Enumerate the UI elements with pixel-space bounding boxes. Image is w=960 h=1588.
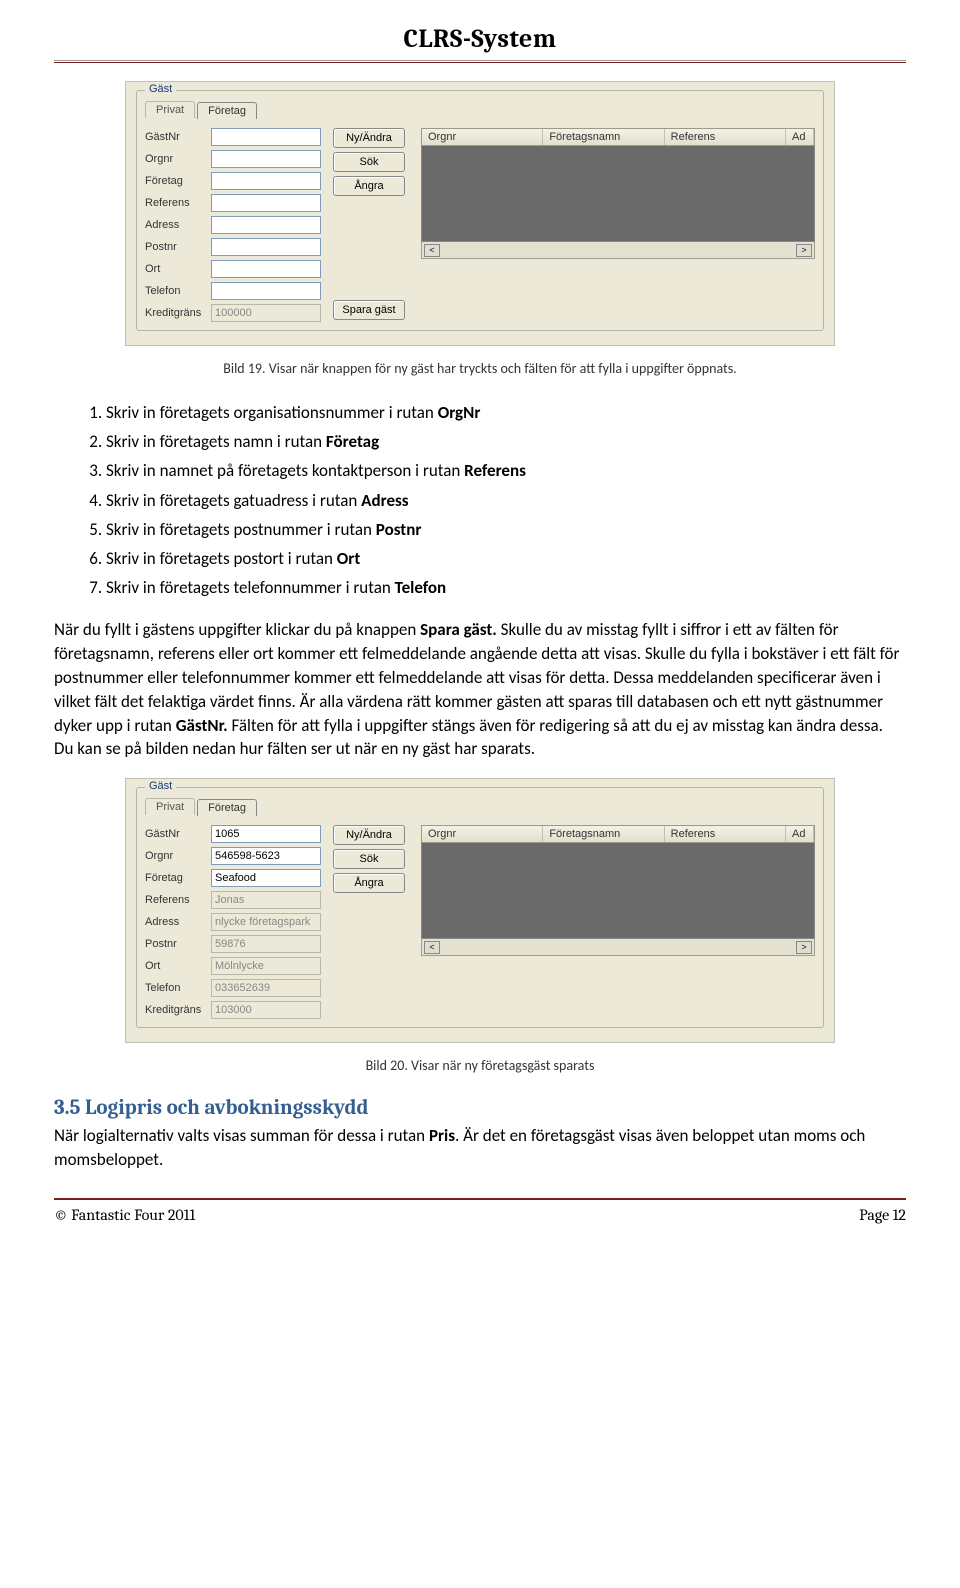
input-postnr bbox=[211, 935, 321, 953]
input-adress bbox=[211, 913, 321, 931]
tab-foretag[interactable]: Företag bbox=[197, 799, 257, 816]
label-postnr: Postnr bbox=[145, 241, 207, 253]
input-referens[interactable] bbox=[211, 194, 321, 212]
grid-col-ad[interactable]: Ad bbox=[786, 129, 814, 145]
figure-20-caption: Bild 20. Visar när ny företagsgäst spara… bbox=[54, 1057, 906, 1074]
input-ort bbox=[211, 957, 321, 975]
section-heading-3-5: 3.5 Logipris och avbokningsskydd bbox=[54, 1096, 906, 1120]
input-kreditgrans bbox=[211, 1001, 321, 1019]
figure-20: Gäst Privat Företag GästNr Orgnr Företag… bbox=[54, 778, 906, 1043]
grid-col-foretagsnamn[interactable]: Företagsnamn bbox=[543, 129, 664, 145]
angra-button[interactable]: Ångra bbox=[333, 176, 405, 196]
label-foretag: Företag bbox=[145, 175, 207, 187]
list-item: Skriv in företagets postort i rutan Ort bbox=[106, 545, 906, 572]
groupbox-legend: Gäst bbox=[145, 780, 176, 792]
page-footer: © Fantastic Four 2011 Page 12 bbox=[54, 1198, 906, 1224]
label-adress: Adress bbox=[145, 219, 207, 231]
list-item: Skriv in företagets organisationsnummer … bbox=[106, 399, 906, 426]
list-item: Skriv in företagets namn i rutan Företag bbox=[106, 428, 906, 455]
grid-col-foretagsnamn[interactable]: Företagsnamn bbox=[543, 826, 664, 842]
input-adress[interactable] bbox=[211, 216, 321, 234]
label-orgnr: Orgnr bbox=[145, 850, 207, 862]
label-kreditgrans: Kreditgräns bbox=[145, 307, 207, 319]
grid-col-referens[interactable]: Referens bbox=[665, 826, 786, 842]
label-ort: Ort bbox=[145, 263, 207, 275]
label-telefon: Telefon bbox=[145, 982, 207, 994]
label-kreditgrans: Kreditgräns bbox=[145, 1004, 207, 1016]
input-foretag[interactable] bbox=[211, 172, 321, 190]
input-orgnr[interactable] bbox=[211, 150, 321, 168]
input-foretag[interactable] bbox=[211, 869, 321, 887]
grid-body bbox=[421, 146, 815, 242]
header-divider bbox=[54, 60, 906, 63]
instruction-list: Skriv in företagets organisationsnummer … bbox=[54, 399, 906, 601]
page-title: CLRS-System bbox=[54, 0, 906, 54]
footer-page-number: Page 12 bbox=[859, 1206, 906, 1224]
guest-panel-filled: Gäst Privat Företag GästNr Orgnr Företag… bbox=[125, 778, 835, 1043]
scroll-right-icon[interactable]: > bbox=[796, 244, 812, 257]
results-grid: Orgnr Företagsnamn Referens Ad < > bbox=[421, 825, 815, 956]
input-gastnr[interactable] bbox=[211, 128, 321, 146]
figure-19-caption: Bild 19. Visar när knappen för ny gäst h… bbox=[54, 360, 906, 377]
input-telefon bbox=[211, 979, 321, 997]
input-gastnr[interactable] bbox=[211, 825, 321, 843]
label-referens: Referens bbox=[145, 197, 207, 209]
scroll-left-icon[interactable]: < bbox=[424, 941, 440, 954]
label-adress: Adress bbox=[145, 916, 207, 928]
grid-col-ad[interactable]: Ad bbox=[786, 826, 814, 842]
grid-col-orgnr[interactable]: Orgnr bbox=[422, 129, 543, 145]
input-postnr[interactable] bbox=[211, 238, 321, 256]
grid-col-orgnr[interactable]: Orgnr bbox=[422, 826, 543, 842]
scroll-right-icon[interactable]: > bbox=[796, 941, 812, 954]
scroll-left-icon[interactable]: < bbox=[424, 244, 440, 257]
list-item: Skriv in namnet på företagets kontaktper… bbox=[106, 457, 906, 484]
input-telefon[interactable] bbox=[211, 282, 321, 300]
label-ort: Ort bbox=[145, 960, 207, 972]
tab-privat[interactable]: Privat bbox=[145, 798, 195, 815]
spara-gast-button[interactable]: Spara gäst bbox=[333, 300, 405, 320]
figure-19: Gäst Privat Företag GästNr Orgnr Företag… bbox=[54, 81, 906, 346]
label-orgnr: Orgnr bbox=[145, 153, 207, 165]
sok-button[interactable]: Sök bbox=[333, 849, 405, 869]
list-item: Skriv in företagets telefonnummer i ruta… bbox=[106, 574, 906, 601]
grid-col-referens[interactable]: Referens bbox=[665, 129, 786, 145]
label-telefon: Telefon bbox=[145, 285, 207, 297]
section-body: När logialternativ valts visas summan fö… bbox=[54, 1124, 906, 1172]
label-foretag: Företag bbox=[145, 872, 207, 884]
results-grid: Orgnr Företagsnamn Referens Ad < > bbox=[421, 128, 815, 259]
angra-button[interactable]: Ångra bbox=[333, 873, 405, 893]
input-ort[interactable] bbox=[211, 260, 321, 278]
body-paragraph: När du fyllt i gästens uppgifter klickar… bbox=[54, 618, 906, 761]
nyandra-button[interactable]: Ny/Ändra bbox=[333, 128, 405, 148]
grid-body bbox=[421, 843, 815, 939]
label-gastnr: GästNr bbox=[145, 828, 207, 840]
nyandra-button[interactable]: Ny/Ändra bbox=[333, 825, 405, 845]
list-item: Skriv in företagets postnummer i rutan P… bbox=[106, 516, 906, 543]
guest-panel: Gäst Privat Företag GästNr Orgnr Företag… bbox=[125, 81, 835, 346]
list-item: Skriv in företagets gatuadress i rutan A… bbox=[106, 487, 906, 514]
tab-privat[interactable]: Privat bbox=[145, 101, 195, 118]
groupbox-legend: Gäst bbox=[145, 83, 176, 95]
footer-copyright: © Fantastic Four 2011 bbox=[54, 1206, 195, 1224]
label-postnr: Postnr bbox=[145, 938, 207, 950]
input-referens bbox=[211, 891, 321, 909]
input-kreditgrans bbox=[211, 304, 321, 322]
tab-foretag[interactable]: Företag bbox=[197, 102, 257, 119]
input-orgnr[interactable] bbox=[211, 847, 321, 865]
sok-button[interactable]: Sök bbox=[333, 152, 405, 172]
label-gastnr: GästNr bbox=[145, 131, 207, 143]
label-referens: Referens bbox=[145, 894, 207, 906]
